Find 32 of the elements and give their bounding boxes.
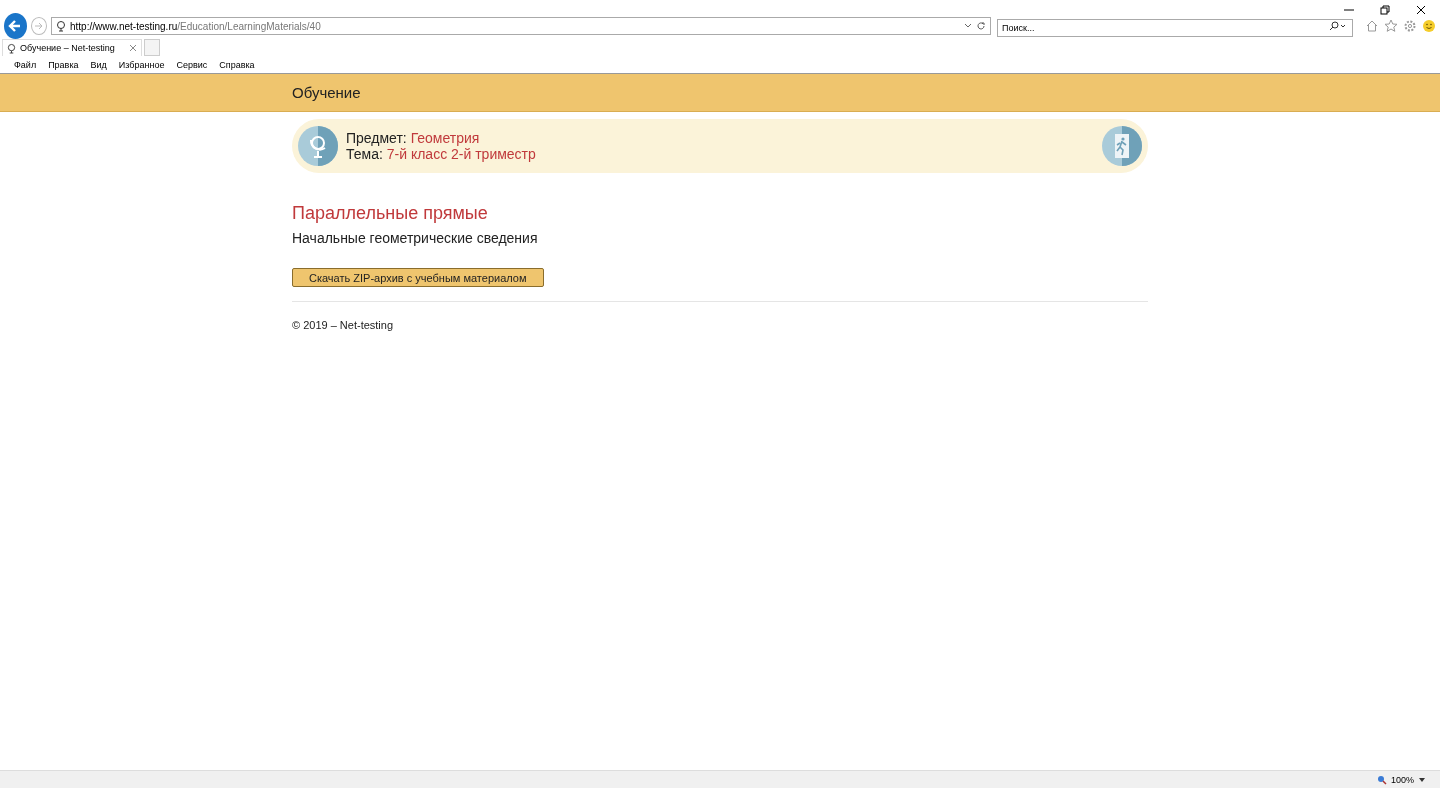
menu-item[interactable]: Сервис xyxy=(176,59,208,70)
globe-icon xyxy=(298,126,338,166)
caret-icon[interactable] xyxy=(964,23,972,29)
page-subtitle: Начальные геометрические сведения xyxy=(292,230,539,246)
restore-icon[interactable] xyxy=(1378,3,1392,17)
arrow-icon xyxy=(33,21,44,31)
menu-item[interactable]: Избранное xyxy=(118,59,165,70)
caret-icon[interactable] xyxy=(1418,776,1426,783)
info-line: Тема: 7-й класс 2-й триместр xyxy=(346,146,537,162)
back-button[interactable] xyxy=(4,13,27,39)
browser-tab[interactable]: Обучение – Net-testing xyxy=(2,39,142,56)
footer-text: © 2019 – Net-testing xyxy=(292,319,395,331)
close-icon[interactable] xyxy=(1414,3,1428,17)
download-button[interactable]: Скачать ZIP-архив с учебным материалом xyxy=(292,268,544,287)
menu-item[interactable]: Правка xyxy=(48,59,79,70)
site-icon xyxy=(56,20,66,32)
exit-icon[interactable] xyxy=(1102,126,1142,166)
smiley-icon[interactable] xyxy=(1422,19,1436,33)
search-field[interactable]: Поиск... xyxy=(997,19,1353,37)
zoom-icon xyxy=(1376,774,1387,785)
page-heading: Параллельные прямые xyxy=(292,203,489,224)
site-title[interactable]: Обучение xyxy=(292,83,361,101)
refresh-icon[interactable] xyxy=(976,21,986,31)
info-line: Предмет: Геометрия xyxy=(346,130,481,146)
site-icon xyxy=(7,42,16,54)
address-field[interactable]: http://www.net-testing.ru/Education/LearningMaterials/40 xyxy=(51,17,991,35)
search-icon[interactable] xyxy=(1329,21,1347,31)
menu-item[interactable]: Вид xyxy=(90,59,107,70)
menu-item[interactable]: Справка xyxy=(219,59,255,70)
zoom-level[interactable]: 100% xyxy=(1390,774,1414,785)
star-icon[interactable] xyxy=(1384,19,1398,33)
menu-item[interactable]: Файл xyxy=(14,59,37,70)
